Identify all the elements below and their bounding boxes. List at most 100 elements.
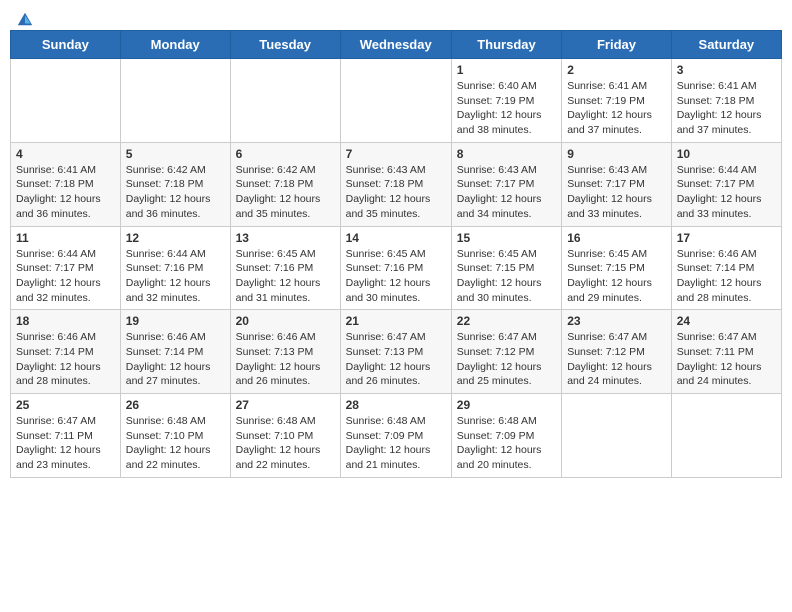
- day-number: 24: [677, 314, 776, 328]
- calendar-cell: 25Sunrise: 6:47 AM Sunset: 7:11 PM Dayli…: [11, 394, 121, 478]
- page-header: [10, 10, 782, 22]
- calendar-cell: 23 Sunrise: 6:47 AM Sunset: 7:12 PM Dayli…: [562, 310, 672, 394]
- calendar-cell: [562, 394, 672, 478]
- calendar-cell: 12 Sunrise: 6:44 AM Sunset: 7:16 PM Dayli…: [120, 226, 230, 310]
- calendar-cell: 15 Sunrise: 6:45 AM Sunset: 7:15 PM Dayli…: [451, 226, 561, 310]
- week-row-4: 18 Sunrise: 6:46 AM Sunset: 7:14 PM Dayli…: [11, 310, 782, 394]
- day-number: 13: [236, 231, 335, 245]
- week-row-5: 25Sunrise: 6:47 AM Sunset: 7:11 PM Dayli…: [11, 394, 782, 478]
- day-number: 20: [236, 314, 335, 328]
- day-info: Sunrise: 6:44 AM Sunset: 7:17 PM Dayligh…: [16, 247, 115, 306]
- calendar-cell: 27 Sunrise: 6:48 AM Sunset: 7:10 PM Dayli…: [230, 394, 340, 478]
- calendar-cell: 8 Sunrise: 6:43 AM Sunset: 7:17 PM Daylig…: [451, 142, 561, 226]
- day-number: 16: [567, 231, 666, 245]
- day-number: 23: [567, 314, 666, 328]
- day-info: Sunrise: 6:44 AM Sunset: 7:17 PM Dayligh…: [677, 163, 776, 222]
- day-info: Sunrise: 6:43 AM Sunset: 7:17 PM Dayligh…: [457, 163, 556, 222]
- day-number: 29: [457, 398, 556, 412]
- day-info: Sunrise: 6:45 AM Sunset: 7:15 PM Dayligh…: [567, 247, 666, 306]
- day-number: 14: [346, 231, 446, 245]
- day-info: Sunrise: 6:41 AM Sunset: 7:19 PM Dayligh…: [567, 79, 666, 138]
- day-info: Sunrise: 6:43 AM Sunset: 7:17 PM Dayligh…: [567, 163, 666, 222]
- calendar-cell: 19 Sunrise: 6:46 AM Sunset: 7:14 PM Dayli…: [120, 310, 230, 394]
- calendar-cell: 18 Sunrise: 6:46 AM Sunset: 7:14 PM Dayli…: [11, 310, 121, 394]
- calendar-cell: 24 Sunrise: 6:47 AM Sunset: 7:11 PM Dayli…: [671, 310, 781, 394]
- day-info: Sunrise: 6:42 AM Sunset: 7:18 PM Dayligh…: [126, 163, 225, 222]
- weekday-header-sunday: Sunday: [11, 31, 121, 59]
- day-info: Sunrise: 6:48 AM Sunset: 7:09 PM Dayligh…: [346, 414, 446, 473]
- day-info: Sunrise: 6:40 AM Sunset: 7:19 PM Dayligh…: [457, 79, 556, 138]
- day-info: Sunrise: 6:47 AM Sunset: 7:12 PM Dayligh…: [457, 330, 556, 389]
- calendar-cell: 5 Sunrise: 6:42 AM Sunset: 7:18 PM Daylig…: [120, 142, 230, 226]
- day-number: 8: [457, 147, 556, 161]
- calendar-cell: 10 Sunrise: 6:44 AM Sunset: 7:17 PM Dayli…: [671, 142, 781, 226]
- day-info: Sunrise: 6:46 AM Sunset: 7:13 PM Dayligh…: [236, 330, 335, 389]
- day-number: 18: [16, 314, 115, 328]
- day-number: 28: [346, 398, 446, 412]
- calendar-cell: 26 Sunrise: 6:48 AM Sunset: 7:10 PM Dayli…: [120, 394, 230, 478]
- weekday-header-wednesday: Wednesday: [340, 31, 451, 59]
- day-number: 26: [126, 398, 225, 412]
- weekday-header-tuesday: Tuesday: [230, 31, 340, 59]
- calendar-cell: [340, 59, 451, 143]
- day-info: Sunrise: 6:46 AM Sunset: 7:14 PM Dayligh…: [16, 330, 115, 389]
- calendar-cell: 21 Sunrise: 6:47 AM Sunset: 7:13 PM Dayli…: [340, 310, 451, 394]
- calendar-cell: 1 Sunrise: 6:40 AM Sunset: 7:19 PM Daylig…: [451, 59, 561, 143]
- day-info: Sunrise: 6:48 AM Sunset: 7:09 PM Dayligh…: [457, 414, 556, 473]
- day-info: Sunrise: 6:44 AM Sunset: 7:16 PM Dayligh…: [126, 247, 225, 306]
- day-number: 5: [126, 147, 225, 161]
- day-number: 21: [346, 314, 446, 328]
- calendar-cell: [120, 59, 230, 143]
- day-info: Sunrise: 6:41 AM Sunset: 7:18 PM Dayligh…: [677, 79, 776, 138]
- calendar-cell: 7 Sunrise: 6:43 AM Sunset: 7:18 PM Daylig…: [340, 142, 451, 226]
- calendar-table: SundayMondayTuesdayWednesdayThursdayFrid…: [10, 30, 782, 478]
- calendar-cell: [230, 59, 340, 143]
- calendar-cell: 4Sunrise: 6:41 AM Sunset: 7:18 PM Daylig…: [11, 142, 121, 226]
- calendar-cell: 11 Sunrise: 6:44 AM Sunset: 7:17 PM Dayli…: [11, 226, 121, 310]
- calendar-cell: 28 Sunrise: 6:48 AM Sunset: 7:09 PM Dayli…: [340, 394, 451, 478]
- day-number: 27: [236, 398, 335, 412]
- day-number: 2: [567, 63, 666, 77]
- weekday-header-thursday: Thursday: [451, 31, 561, 59]
- day-info: Sunrise: 6:45 AM Sunset: 7:16 PM Dayligh…: [236, 247, 335, 306]
- day-number: 17: [677, 231, 776, 245]
- week-row-1: 1 Sunrise: 6:40 AM Sunset: 7:19 PM Daylig…: [11, 59, 782, 143]
- week-row-2: 4Sunrise: 6:41 AM Sunset: 7:18 PM Daylig…: [11, 142, 782, 226]
- day-number: 9: [567, 147, 666, 161]
- day-info: Sunrise: 6:47 AM Sunset: 7:13 PM Dayligh…: [346, 330, 446, 389]
- day-number: 22: [457, 314, 556, 328]
- day-number: 11: [16, 231, 115, 245]
- logo-icon: [16, 10, 34, 28]
- weekday-header-friday: Friday: [562, 31, 672, 59]
- day-info: Sunrise: 6:41 AM Sunset: 7:18 PM Dayligh…: [16, 163, 115, 222]
- calendar-cell: 16 Sunrise: 6:45 AM Sunset: 7:15 PM Dayli…: [562, 226, 672, 310]
- calendar-cell: 3Sunrise: 6:41 AM Sunset: 7:18 PM Daylig…: [671, 59, 781, 143]
- week-row-3: 11 Sunrise: 6:44 AM Sunset: 7:17 PM Dayli…: [11, 226, 782, 310]
- logo: [14, 10, 34, 22]
- day-info: Sunrise: 6:45 AM Sunset: 7:15 PM Dayligh…: [457, 247, 556, 306]
- day-number: 15: [457, 231, 556, 245]
- day-number: 7: [346, 147, 446, 161]
- day-number: 1: [457, 63, 556, 77]
- day-info: Sunrise: 6:45 AM Sunset: 7:16 PM Dayligh…: [346, 247, 446, 306]
- day-info: Sunrise: 6:46 AM Sunset: 7:14 PM Dayligh…: [677, 247, 776, 306]
- day-number: 12: [126, 231, 225, 245]
- day-number: 10: [677, 147, 776, 161]
- day-number: 19: [126, 314, 225, 328]
- day-info: Sunrise: 6:46 AM Sunset: 7:14 PM Dayligh…: [126, 330, 225, 389]
- calendar-cell: 29 Sunrise: 6:48 AM Sunset: 7:09 PM Dayli…: [451, 394, 561, 478]
- weekday-header-monday: Monday: [120, 31, 230, 59]
- day-number: 6: [236, 147, 335, 161]
- calendar-cell: 17 Sunrise: 6:46 AM Sunset: 7:14 PM Dayli…: [671, 226, 781, 310]
- day-info: Sunrise: 6:48 AM Sunset: 7:10 PM Dayligh…: [126, 414, 225, 473]
- day-number: 25: [16, 398, 115, 412]
- day-info: Sunrise: 6:48 AM Sunset: 7:10 PM Dayligh…: [236, 414, 335, 473]
- calendar-cell: 22 Sunrise: 6:47 AM Sunset: 7:12 PM Dayli…: [451, 310, 561, 394]
- calendar-cell: 6 Sunrise: 6:42 AM Sunset: 7:18 PM Daylig…: [230, 142, 340, 226]
- day-info: Sunrise: 6:43 AM Sunset: 7:18 PM Dayligh…: [346, 163, 446, 222]
- day-info: Sunrise: 6:47 AM Sunset: 7:11 PM Dayligh…: [677, 330, 776, 389]
- day-info: Sunrise: 6:42 AM Sunset: 7:18 PM Dayligh…: [236, 163, 335, 222]
- calendar-cell: 20 Sunrise: 6:46 AM Sunset: 7:13 PM Dayli…: [230, 310, 340, 394]
- day-info: Sunrise: 6:47 AM Sunset: 7:12 PM Dayligh…: [567, 330, 666, 389]
- calendar-cell: [11, 59, 121, 143]
